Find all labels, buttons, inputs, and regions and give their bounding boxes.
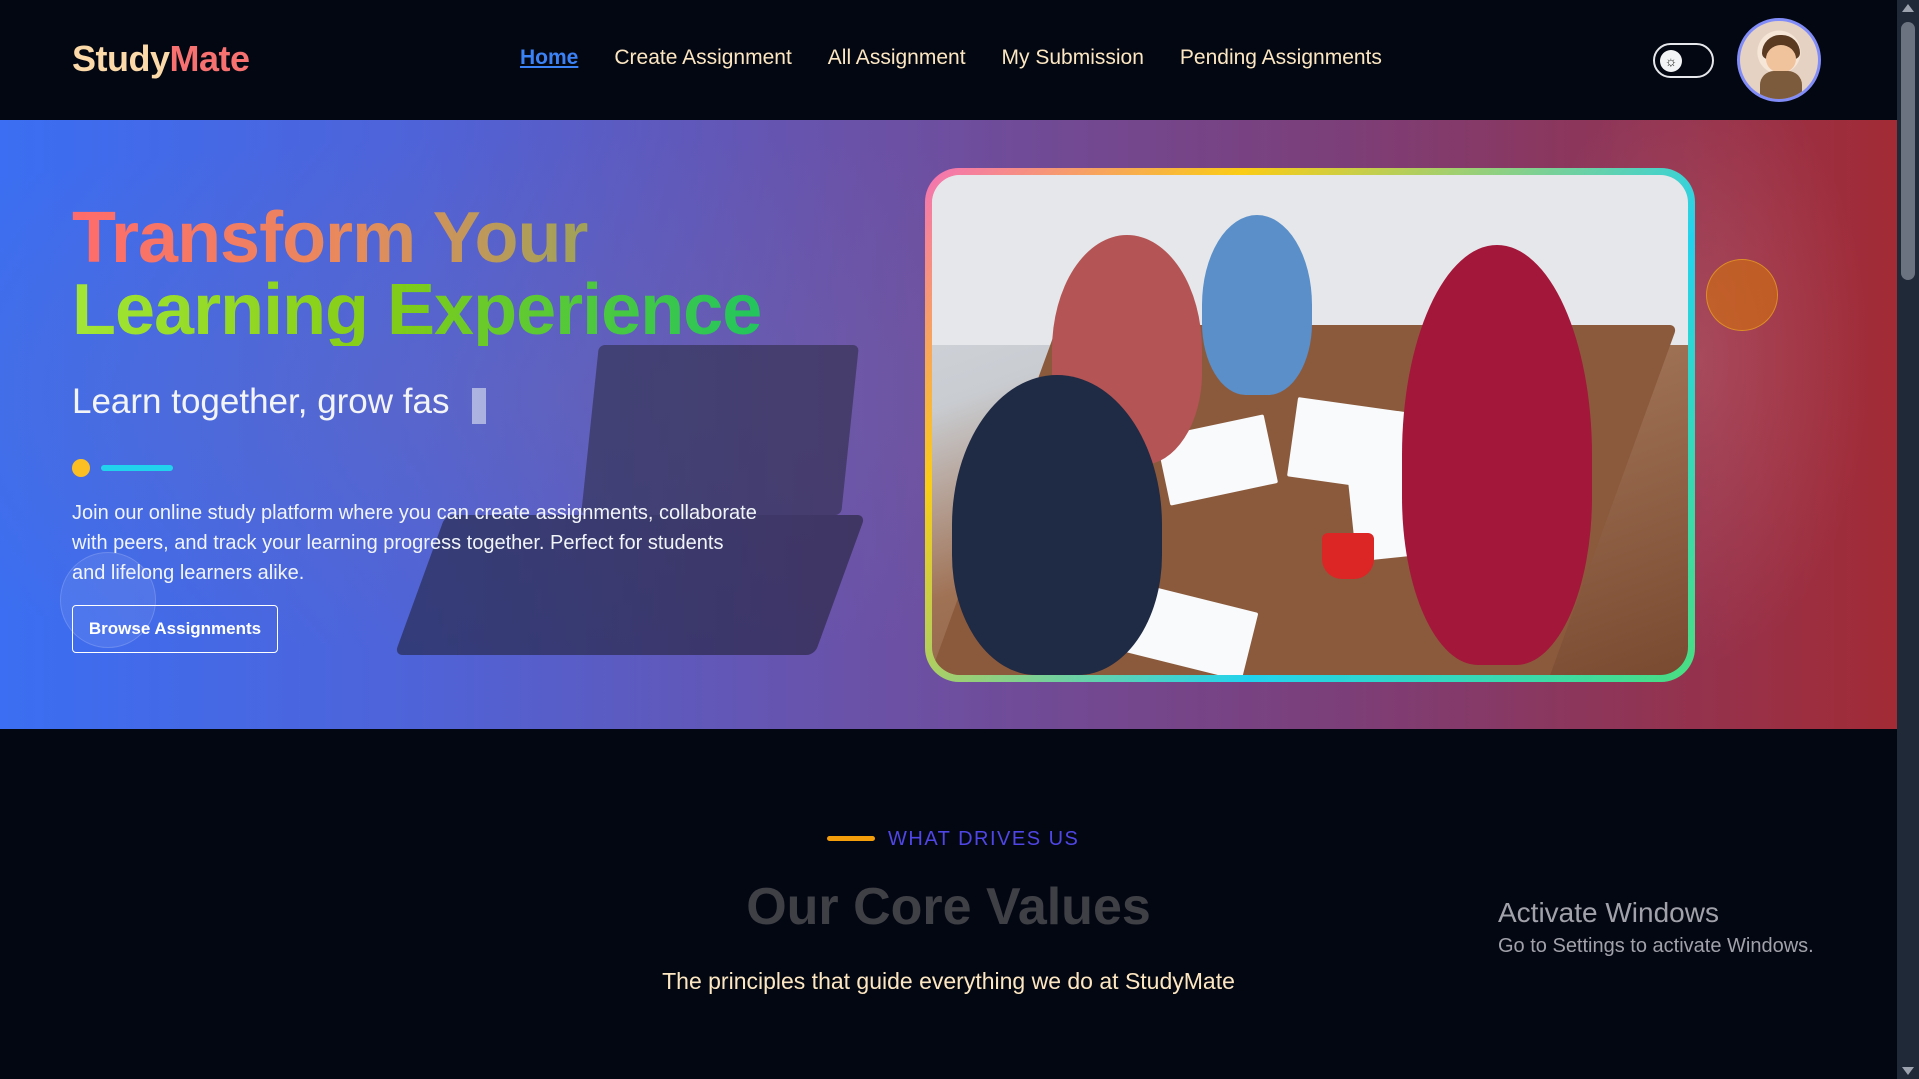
- main-nav: Home Create Assignment All Assignment My…: [520, 46, 1382, 70]
- avatar[interactable]: [1737, 18, 1821, 102]
- logo-text-accent: Mate: [169, 38, 251, 79]
- sun-icon: ☼: [1660, 50, 1682, 72]
- theme-toggle[interactable]: ☼: [1653, 43, 1714, 78]
- section-subtitle: The principles that guide everything we …: [662, 968, 1235, 994]
- section-tag: WHAT DRIVES US: [888, 828, 1080, 850]
- watermark-title: Activate Windows: [1498, 897, 1719, 928]
- typing-cursor: [472, 388, 486, 424]
- accent-dot: [72, 459, 90, 477]
- navbar: StudyMate Home Create Assignment All Ass…: [0, 0, 1897, 120]
- page-scrollbar[interactable]: [1897, 0, 1919, 1079]
- decorative-orb: [1706, 259, 1778, 331]
- hero-image-frame: [925, 168, 1695, 682]
- section-tag-line: [827, 836, 875, 841]
- nav-link-create-assignment[interactable]: Create Assignment: [614, 46, 791, 70]
- watermark-subtitle: Go to Settings to activate Windows.: [1498, 935, 1814, 957]
- hero-typing-text: Learn together, grow fas: [72, 382, 450, 421]
- nav-link-my-submission[interactable]: My Submission: [1002, 46, 1144, 70]
- nav-link-pending-assignments[interactable]: Pending Assignments: [1180, 46, 1382, 70]
- hero-section: Transform Your Learning Experience Learn…: [0, 120, 1897, 729]
- background-laptop: [581, 345, 859, 515]
- hero-image: [932, 175, 1688, 675]
- hero-title-line1: Transform Your: [72, 202, 761, 274]
- browse-assignments-button[interactable]: Browse Assignments: [72, 605, 278, 653]
- hero-description: Join our online study platform where you…: [72, 502, 757, 584]
- logo-text-primary: Study: [72, 38, 170, 79]
- nav-link-home[interactable]: Home: [520, 46, 578, 70]
- scrollbar-thumb[interactable]: [1901, 22, 1915, 280]
- nav-link-all-assignment[interactable]: All Assignment: [828, 46, 966, 70]
- scroll-up-icon[interactable]: [1902, 4, 1914, 12]
- hero-title-line2: Learning Experience: [72, 270, 762, 350]
- accent-line: [101, 465, 173, 471]
- activate-windows-watermark: Activate Windows Go to Settings to activ…: [1498, 897, 1814, 958]
- hero-title: Transform Your Learning Experience: [72, 202, 762, 350]
- scroll-down-icon[interactable]: [1902, 1067, 1914, 1075]
- site-logo[interactable]: StudyMate: [72, 38, 250, 80]
